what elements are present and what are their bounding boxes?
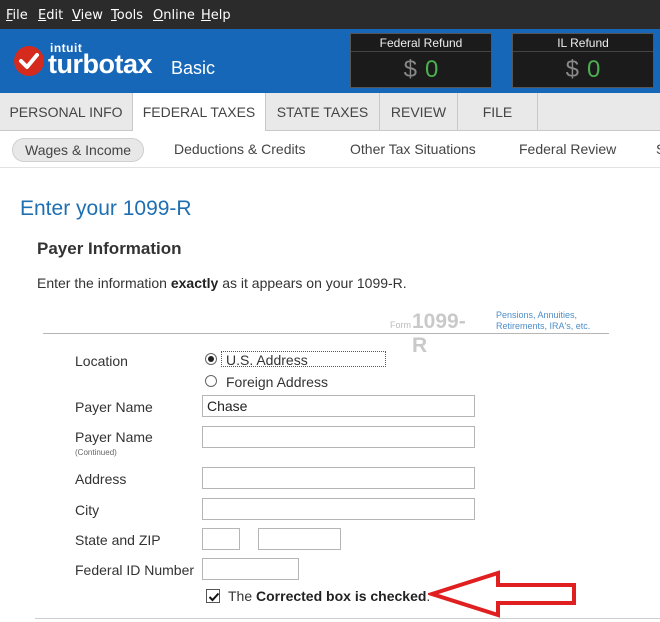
location-label: Location [75,353,128,369]
payer-name-continued-input[interactable] [202,426,475,448]
menu-edit[interactable]: Edit [38,8,63,23]
subnav-wages-income[interactable]: Wages & Income [12,138,145,162]
tab-state-taxes[interactable]: STATE TAXES [266,93,380,131]
zip-input[interactable] [258,528,341,550]
menu-file[interactable]: File [6,8,28,23]
federal-id-input[interactable] [202,558,299,580]
state-input[interactable] [202,528,240,550]
tab-file[interactable]: FILE [458,93,538,131]
sub-navigation: Wages & Income Deductions & Credits Othe… [0,131,660,168]
divider [43,333,609,334]
corrected-checkbox-label[interactable]: The Corrected box is checked. [228,588,430,604]
city-label: City [75,502,100,518]
federal-refund-title: Federal Refund [351,34,491,52]
subnav-deductions-credits[interactable]: Deductions & Credits [174,141,306,157]
form-description: Pensions, Annuities, Retirements, IRA's,… [496,310,591,331]
federal-id-label: Federal ID Number [75,562,195,578]
main-tabs: PERSONAL INFO FEDERAL TAXES STATE TAXES … [0,93,660,132]
payer-name-continued-label: Payer Name [75,429,153,445]
radio-us-address-label[interactable]: U.S. Address [226,352,308,368]
subnav-other-tax-situations[interactable]: Other Tax Situations [350,141,476,157]
menu-view[interactable]: View [72,8,103,23]
radio-foreign-address[interactable] [205,375,217,387]
address-input[interactable] [202,467,475,489]
state-refund-value: $0 [565,56,601,83]
payer-name-label: Payer Name [75,399,153,415]
section-title: Payer Information [37,239,182,258]
form-word: Form [390,320,411,330]
radio-foreign-address-label[interactable]: Foreign Address [226,374,328,390]
menu-help[interactable]: Help [201,8,231,23]
state-refund-title: IL Refund [513,34,653,52]
bottom-divider [35,618,660,619]
payer-name-continued-sublabel: (Continued) [75,448,117,457]
subnav-state-truncated[interactable]: S [656,141,660,157]
menu-online[interactable]: Online [153,8,195,23]
tab-review[interactable]: REVIEW [380,93,458,131]
app-header: intuit turbotax Basic Federal Refund $0 … [0,29,660,93]
instruction-text: Enter the information exactly as it appe… [37,275,407,291]
page-title: Enter your 1099-R [20,197,192,220]
federal-refund-meter[interactable]: Federal Refund $0 [350,33,492,88]
radio-us-address[interactable] [205,353,217,365]
federal-refund-value: $0 [403,56,439,83]
subnav-federal-review[interactable]: Federal Review [519,141,616,157]
tab-personal-info[interactable]: PERSONAL INFO [0,93,133,131]
menu-bar: File Edit View Tools Online Help [0,0,660,29]
edition-label: Basic [171,58,216,78]
turbotax-wordmark: turbotax [48,49,153,79]
payer-name-input[interactable] [202,395,475,417]
form-number: 1099-R [412,310,466,357]
address-label: Address [75,471,127,487]
turbotax-check-logo-icon [14,46,44,76]
tab-federal-taxes[interactable]: FEDERAL TAXES [133,93,266,132]
state-zip-label: State and ZIP [75,532,161,548]
state-refund-meter[interactable]: IL Refund $0 [512,33,654,88]
menu-tools[interactable]: Tools [111,8,143,23]
city-input[interactable] [202,498,475,520]
red-arrow-annotation-icon [428,570,576,618]
checkmark-icon [208,592,220,602]
corrected-checkbox[interactable] [206,589,220,603]
